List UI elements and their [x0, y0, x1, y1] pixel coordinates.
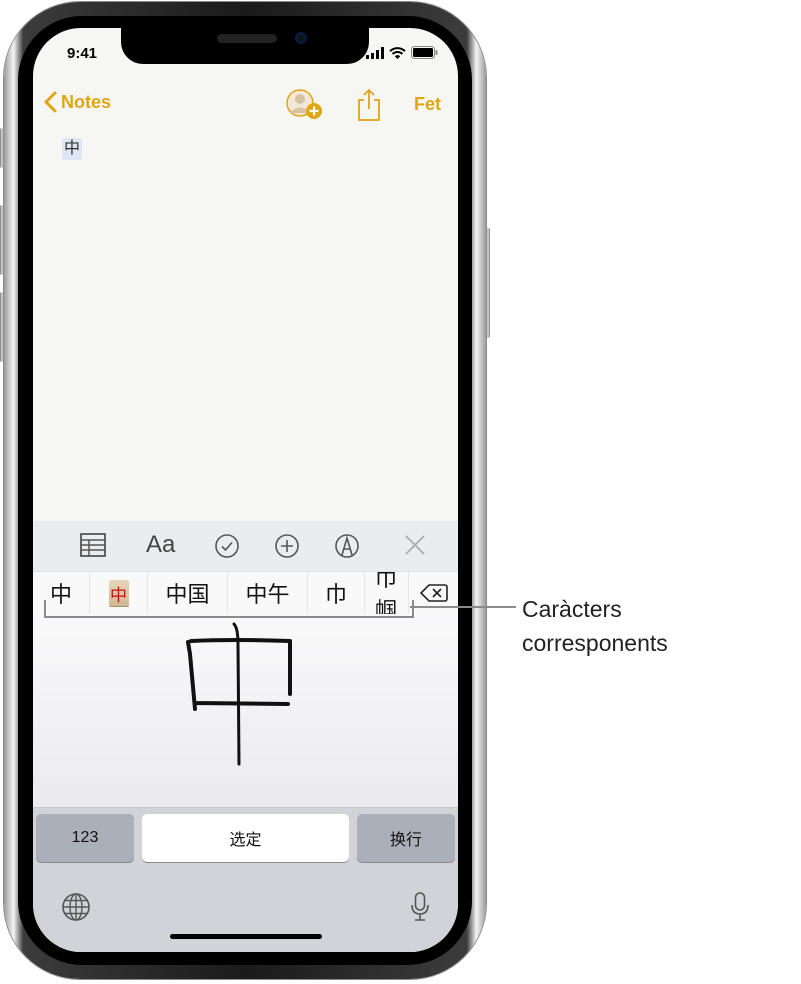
globe-button[interactable]	[61, 892, 91, 927]
chevron-left-icon	[44, 91, 57, 113]
table-button[interactable]	[80, 533, 106, 562]
back-button[interactable]: Notes	[44, 91, 111, 113]
person-add-icon	[286, 89, 322, 119]
callout-leader-line	[410, 606, 516, 608]
speaker	[217, 34, 277, 43]
format-toolbar: Aa	[33, 521, 458, 572]
close-toolbar-button[interactable]	[404, 534, 426, 561]
markup-button[interactable]	[334, 533, 360, 564]
add-person-button[interactable]	[285, 88, 325, 127]
home-indicator[interactable]	[170, 934, 322, 939]
callout-label: Caràcters corresponents	[522, 592, 668, 660]
wifi-icon	[389, 46, 406, 59]
volume-up-button	[0, 205, 4, 275]
front-camera	[295, 32, 307, 44]
callout-line-2: corresponents	[522, 630, 668, 656]
delete-backspace-icon	[420, 584, 448, 602]
battery-icon	[411, 46, 438, 59]
callout-line-1: Caràcters	[522, 596, 622, 622]
numbers-key[interactable]: 123	[36, 814, 134, 862]
silent-switch	[0, 128, 4, 168]
notch	[121, 28, 369, 64]
back-label: Notes	[61, 91, 112, 112]
handwritten-stroke	[186, 622, 292, 766]
share-icon	[358, 88, 380, 121]
screen: 9:41 Notes Fet 中 Aa 中 中 中国 中午 巾 巾帼 123 选…	[33, 28, 458, 952]
return-key[interactable]: 换行	[357, 814, 455, 862]
checkmark-circle-icon	[215, 534, 239, 558]
keyboard: 123 选定 换行	[33, 808, 458, 952]
cellular-signal-icon	[366, 46, 384, 59]
text-style-button[interactable]: Aa	[146, 531, 175, 559]
navigation-bar: Notes Fet	[33, 88, 458, 124]
insert-button[interactable]	[274, 533, 300, 564]
callout-bracket	[44, 600, 414, 618]
plus-circle-icon	[275, 534, 299, 558]
microphone-icon	[411, 892, 429, 921]
note-text[interactable]: 中	[62, 138, 83, 160]
status-icons	[366, 46, 438, 59]
share-button[interactable]	[356, 88, 382, 127]
select-key[interactable]: 选定	[142, 814, 349, 862]
close-icon	[405, 535, 425, 555]
volume-down-button	[0, 292, 4, 362]
table-icon	[80, 533, 106, 557]
status-time: 9:41	[67, 45, 98, 62]
done-button[interactable]: Fet	[414, 94, 441, 115]
markup-pen-icon	[335, 534, 359, 558]
checklist-button[interactable]	[214, 533, 240, 564]
globe-icon	[62, 893, 90, 921]
handwriting-canvas[interactable]	[33, 614, 458, 808]
microphone-button[interactable]	[410, 892, 430, 927]
side-button	[486, 228, 490, 338]
